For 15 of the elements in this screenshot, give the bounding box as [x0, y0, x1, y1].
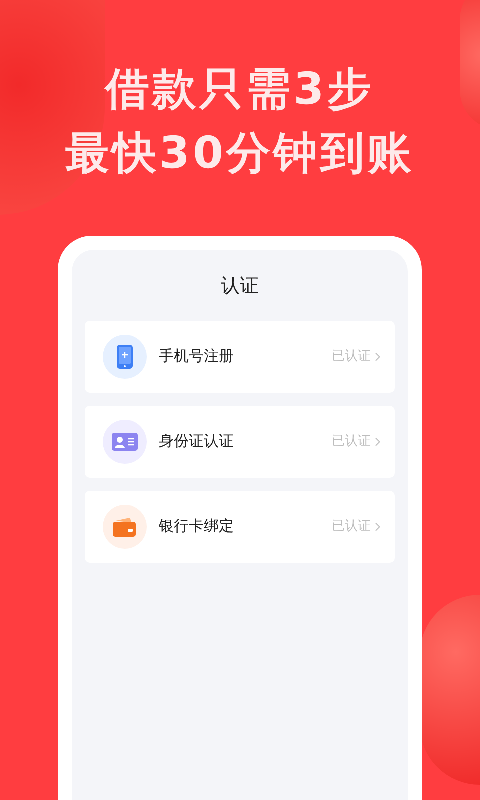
item-label: 手机号注册 — [159, 346, 235, 368]
id-card-icon — [103, 420, 147, 464]
wallet-icon — [103, 504, 147, 548]
verification-item[interactable]: 身份证认证 已认证 — [85, 406, 395, 478]
item-status: 已认证 — [332, 432, 371, 451]
item-label: 身份证认证 — [159, 431, 235, 452]
headline: 借款只需3步 — [106, 63, 374, 117]
item-label: 银行卡绑定 — [159, 516, 235, 538]
headline: 最快30分钟到账 — [65, 127, 415, 181]
phone-icon — [103, 334, 147, 378]
verification-item[interactable]: 手机号注册 已认证 — [85, 320, 395, 392]
verification-item[interactable]: 银行卡绑定 已认证 — [85, 490, 395, 562]
item-status: 已认证 — [332, 518, 371, 536]
screen-title: 认证 — [221, 274, 259, 299]
item-status: 已认证 — [332, 348, 371, 366]
